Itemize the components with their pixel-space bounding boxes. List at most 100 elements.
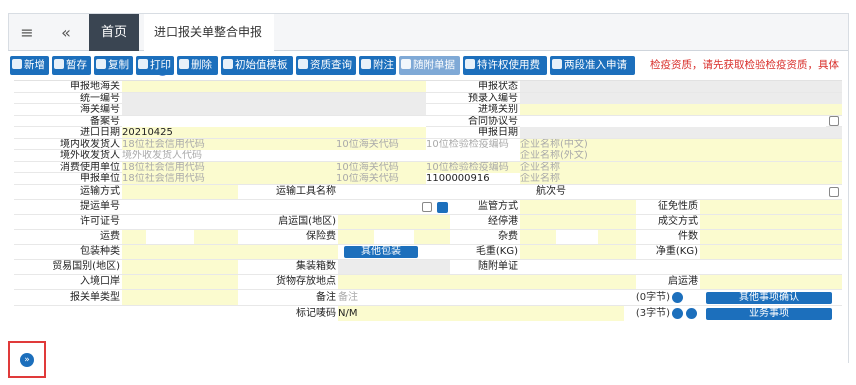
decl-type-input[interactable] <box>122 289 238 305</box>
trade-country-input[interactable] <box>122 259 238 274</box>
departure-country-input[interactable] <box>338 214 450 229</box>
entry-port-input[interactable] <box>520 104 842 115</box>
form-row: 报关单类型 备注 备注 (0字节) 其他事项确认 <box>14 289 842 306</box>
template-icon <box>223 59 233 69</box>
save-draft-button[interactable]: 暂存 <box>52 56 91 75</box>
consignee-credit-input[interactable]: 18位社会信用代码 <box>122 138 336 150</box>
plus-icon <box>12 59 22 69</box>
declare-date-field <box>520 127 842 138</box>
overseas-name-input[interactable]: 企业名称(外文) <box>520 150 842 161</box>
consignee-ciq-input[interactable]: 10位检验检疫编码 <box>426 138 520 150</box>
print-button[interactable]: 打印 <box>136 56 174 75</box>
tab-import-declaration[interactable]: 进口报关单整合申报× <box>144 14 274 76</box>
supervision-mode-input[interactable] <box>520 199 636 214</box>
departure-port-input[interactable] <box>700 274 842 289</box>
insurance-currency-input[interactable] <box>414 229 450 244</box>
deal-mode-input[interactable] <box>700 214 842 229</box>
transport-mode-input[interactable] <box>122 184 238 199</box>
entry-port2-input[interactable] <box>122 274 238 289</box>
label-net-weight: 净重(KG) <box>655 245 698 257</box>
other-confirm-button[interactable]: 其他事项确认 <box>706 291 832 304</box>
menu-icon[interactable]: ≡ <box>15 14 39 51</box>
form-row: 申报地海关 申报状态 <box>14 81 842 93</box>
gross-weight-input[interactable] <box>520 244 636 259</box>
record-no-input[interactable] <box>122 115 426 127</box>
add-button[interactable]: 新增 <box>10 56 49 75</box>
declarant-customs-code-input[interactable]: 10位海关代码 <box>336 173 426 184</box>
misc-rate-input[interactable] <box>558 229 596 244</box>
label-transport-mode: 运输方式 <box>80 185 120 197</box>
remark-minus-icon[interactable] <box>672 291 683 303</box>
overseas-consignor-input[interactable]: 境外收发货人代码 <box>122 150 520 161</box>
form-row: 标记唛码 N/M (3字节) 业务事项 <box>14 305 842 322</box>
qualification-query-button[interactable]: 资质查询 <box>296 56 356 75</box>
business-button[interactable]: 业务事项 <box>706 307 832 320</box>
attached-docs-button[interactable]: 随附单据 <box>399 56 460 75</box>
label-declarant: 申报单位 <box>80 173 120 184</box>
attached-cert-field[interactable] <box>520 259 842 274</box>
declarant-credit-input[interactable]: 18位社会信用代码 <box>122 173 336 184</box>
label-voyage-no: 航次号 <box>536 185 566 197</box>
royalty-button[interactable]: 特许权使用费 <box>463 56 547 75</box>
collapse-icon[interactable]: « <box>55 14 77 51</box>
pieces-input[interactable] <box>700 229 842 244</box>
insurance-rate-input[interactable] <box>376 229 412 244</box>
contract-checkbox[interactable] <box>829 115 839 126</box>
goods-location-input[interactable] <box>338 274 636 289</box>
two-stage-button[interactable]: 两段准入申请 <box>550 56 635 75</box>
bill-checkbox[interactable] <box>422 201 432 212</box>
consumer-credit-input[interactable]: 18位社会信用代码 <box>122 161 336 173</box>
label-deal-mode: 成交方式 <box>658 215 698 227</box>
print-icon <box>138 59 148 69</box>
consumer-ciq-input[interactable]: 10位检验检疫编码 <box>426 161 520 173</box>
mark-byte-count: (3字节) <box>635 307 670 319</box>
tab-home[interactable]: 首页 <box>89 14 139 51</box>
expand-icon[interactable]: » <box>20 353 34 367</box>
declare-customs-input[interactable] <box>122 81 426 92</box>
consignee-customs-code-input[interactable]: 10位海关代码 <box>336 138 426 150</box>
freight-mark-input[interactable] <box>122 229 146 244</box>
voyage-checkbox[interactable] <box>829 186 839 197</box>
mark-info-icon[interactable] <box>686 307 697 319</box>
note-button[interactable]: 附注 <box>359 56 396 75</box>
consumer-customs-code-input[interactable]: 10位海关代码 <box>336 161 426 173</box>
exemption-input[interactable] <box>700 199 842 214</box>
label-decl-type: 报关单类型 <box>70 291 120 303</box>
dollar-icon <box>465 59 475 69</box>
delete-button[interactable]: 删除 <box>177 56 218 75</box>
import-date-input[interactable]: 20210425 <box>122 127 426 138</box>
voyage-no-input[interactable] <box>568 184 826 199</box>
other-package-button[interactable]: 其他包装 <box>344 245 418 258</box>
license-no-input[interactable] <box>122 214 238 229</box>
copy-button[interactable]: 复制 <box>94 56 133 75</box>
declarant-name-input[interactable]: 企业名称 <box>520 173 842 184</box>
label-goods-location: 货物存放地点 <box>276 275 336 287</box>
misc-currency-input[interactable] <box>598 229 636 244</box>
package-type-input[interactable] <box>122 244 338 259</box>
misc-mark-input[interactable] <box>520 229 556 244</box>
template-button[interactable]: 初始值模板 <box>221 56 293 75</box>
remark-input[interactable]: 备注 <box>338 289 624 305</box>
label-supervision-mode: 监管方式 <box>478 200 518 212</box>
label-attached-cert: 随附单证 <box>478 260 518 272</box>
declarant-ciq-input[interactable]: 1100000916 <box>426 173 520 184</box>
royalty-button-label: 特许权使用费 <box>477 59 540 71</box>
insurance-mark-input[interactable] <box>338 229 374 244</box>
consignee-name-input[interactable]: 企业名称(中文) <box>520 138 842 150</box>
transit-port-input[interactable] <box>520 214 636 229</box>
consumer-name-input[interactable]: 企业名称 <box>520 161 842 173</box>
add-button-label: 新增 <box>24 59 45 71</box>
net-weight-input[interactable] <box>700 244 842 259</box>
form-row: 入境口岸 货物存放地点 启运港 <box>14 274 842 290</box>
save-icon <box>54 59 64 69</box>
label-pre-entry-no: 预录入编号 <box>468 92 518 104</box>
bill-doc-icon[interactable] <box>437 201 448 213</box>
transport-tool-input[interactable] <box>338 184 520 199</box>
contract-no-input[interactable] <box>520 115 826 127</box>
bill-no-input[interactable] <box>122 199 418 214</box>
mark-minus-icon[interactable] <box>672 307 683 319</box>
freight-rate-input[interactable] <box>148 229 192 244</box>
form-row: 包装种类 其他包装 毛重(KG) 净重(KG) <box>14 244 842 260</box>
mark-no-input[interactable]: N/M <box>338 305 624 321</box>
freight-currency-input[interactable] <box>194 229 238 244</box>
